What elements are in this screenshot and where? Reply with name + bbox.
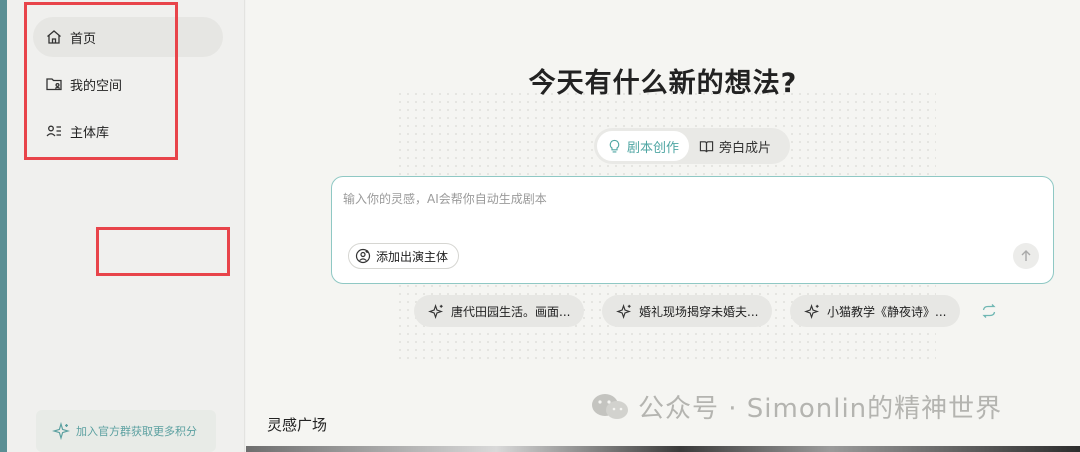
add-cast-button[interactable]: 添加出演主体 xyxy=(348,243,460,269)
window-edge-strip xyxy=(0,0,7,452)
mode-tabs: 剧本创作 旁白成片 xyxy=(594,128,790,164)
annotation-highlight-nav xyxy=(24,2,178,160)
sparkle-icon xyxy=(616,303,632,319)
add-user-icon xyxy=(355,248,371,264)
idea-input-box[interactable]: 输入你的灵感，AI会帮你自动生成剧本 添加出演主体 xyxy=(331,176,1054,284)
suggestion-chip[interactable]: 小猫教学《静夜诗》... xyxy=(790,295,961,327)
suggestion-chip[interactable]: 唐代田园生活。画面... xyxy=(414,295,585,327)
sparkle-icon xyxy=(428,303,444,319)
watermark-text: 公众号 · Simonlin的精神世界 xyxy=(638,394,1003,424)
annotation-highlight-add-cast xyxy=(96,227,230,276)
sparkle-icon xyxy=(804,303,820,319)
inspiration-thumbnails-strip xyxy=(246,446,1080,452)
refresh-icon[interactable] xyxy=(981,303,997,319)
book-icon xyxy=(699,140,714,152)
arrow-up-icon xyxy=(1021,250,1031,261)
tab-label: 剧本创作 xyxy=(627,140,680,156)
send-button[interactable] xyxy=(1013,243,1039,269)
suggestion-label: 小猫教学《静夜诗》... xyxy=(827,304,947,319)
join-group-button[interactable]: 加入官方群获取更多积分 xyxy=(36,410,216,452)
idea-input-placeholder: 输入你的灵感，AI会帮你自动生成剧本 xyxy=(343,192,547,206)
tab-script-creation[interactable]: 剧本创作 xyxy=(597,131,690,161)
suggestion-chip[interactable]: 婚礼现场揭穿未婚夫... xyxy=(602,295,773,327)
lightbulb-icon xyxy=(609,139,620,152)
sparkle-icon xyxy=(52,422,70,440)
tab-narration-video[interactable]: 旁白成片 xyxy=(689,131,781,161)
page-title: 今天有什么新的想法? xyxy=(528,68,798,99)
suggestion-label: 婚礼现场揭穿未婚夫... xyxy=(639,304,759,319)
tab-label: 旁白成片 xyxy=(719,140,772,156)
section-title-inspiration: 灵感广场 xyxy=(267,416,328,434)
wechat-icon xyxy=(592,393,628,419)
main-content: 今天有什么新的想法? 剧本创作 旁白成片 输入你的灵感，AI会帮你自动生成剧本 … xyxy=(246,0,1080,452)
add-cast-label: 添加出演主体 xyxy=(376,249,449,264)
suggestion-label: 唐代田园生活。画面... xyxy=(451,304,571,319)
watermark: 公众号 · Simonlin的精神世界 xyxy=(590,388,1002,425)
join-group-label: 加入官方群获取更多积分 xyxy=(76,425,197,438)
